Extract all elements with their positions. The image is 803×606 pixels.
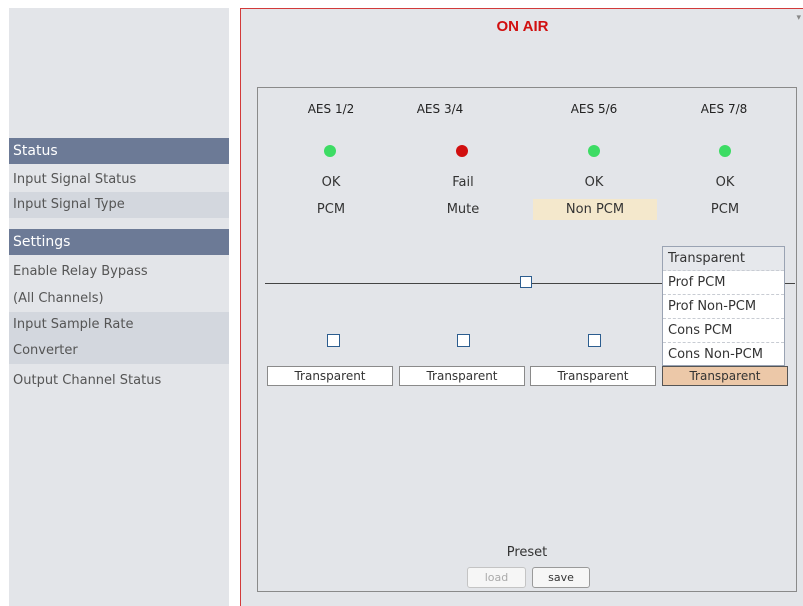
sidebar-item-input-sample-rate[interactable]: Input Sample Rate bbox=[9, 312, 229, 338]
sidebar-item-converter[interactable]: Converter bbox=[9, 338, 229, 364]
preset-label: Preset bbox=[506, 545, 548, 560]
channel-header-aes-3-4: AES 3/4 bbox=[416, 102, 464, 116]
dropdown-option-prof-non-pcm[interactable]: Prof Non-PCM bbox=[663, 295, 784, 319]
status-indicator-aes-1-2 bbox=[324, 145, 336, 157]
signal-status-aes-1-2: OK bbox=[321, 175, 341, 190]
sidebar-item-input-signal-status[interactable]: Input Signal Status bbox=[9, 167, 229, 193]
signal-status-aes-3-4: Fail bbox=[452, 175, 474, 190]
signal-type-aes-7-8: PCM bbox=[710, 202, 740, 217]
relay-bypass-slider-handle[interactable] bbox=[520, 276, 532, 288]
channel-header-aes-1-2: AES 1/2 bbox=[307, 102, 355, 116]
signal-status-aes-5-6: OK bbox=[584, 175, 604, 190]
channel-header-aes-7-8: AES 7/8 bbox=[700, 102, 748, 116]
signal-type-aes-3-4: Mute bbox=[446, 202, 480, 217]
dropdown-option-transparent[interactable]: Transparent bbox=[663, 247, 784, 271]
save-button[interactable]: save bbox=[532, 567, 590, 588]
src-checkbox-aes-5-6[interactable] bbox=[588, 334, 601, 347]
signal-type-aes-1-2: PCM bbox=[316, 202, 346, 217]
signal-type-aes-5-6: Non PCM bbox=[533, 199, 657, 220]
signal-status-aes-7-8: OK bbox=[715, 175, 735, 190]
status-indicator-aes-5-6 bbox=[588, 145, 600, 157]
sidebar-item-all-channels[interactable]: (All Channels) bbox=[9, 286, 229, 312]
src-checkbox-aes-3-4[interactable] bbox=[457, 334, 470, 347]
channel-status-dropdown: Transparent Prof PCM Prof Non-PCM Cons P… bbox=[662, 246, 785, 366]
status-indicator-aes-3-4 bbox=[456, 145, 468, 157]
sidebar-item-output-channel-status[interactable]: Output Channel Status bbox=[9, 368, 229, 394]
corner-marker-icon: ▾ bbox=[796, 13, 801, 23]
src-checkbox-aes-1-2[interactable] bbox=[327, 334, 340, 347]
sidebar-header-status: Status bbox=[9, 138, 229, 164]
channel-status-select-aes-1-2[interactable]: Transparent bbox=[267, 366, 393, 386]
dropdown-option-cons-non-pcm[interactable]: Cons Non-PCM bbox=[663, 343, 784, 367]
channel-header-aes-5-6: AES 5/6 bbox=[570, 102, 618, 116]
sidebar-item-enable-relay-bypass[interactable]: Enable Relay Bypass bbox=[9, 259, 229, 285]
dropdown-option-prof-pcm[interactable]: Prof PCM bbox=[663, 271, 784, 295]
status-indicator-aes-7-8 bbox=[719, 145, 731, 157]
channel-status-select-aes-5-6[interactable]: Transparent bbox=[530, 366, 656, 386]
channel-status-select-aes-3-4[interactable]: Transparent bbox=[399, 366, 525, 386]
on-air-title: ON AIR bbox=[496, 18, 549, 35]
sidebar-item-input-signal-type[interactable]: Input Signal Type bbox=[9, 192, 229, 218]
load-button[interactable]: load bbox=[467, 567, 526, 588]
channel-status-select-aes-7-8[interactable]: Transparent bbox=[662, 366, 788, 386]
sidebar-header-settings: Settings bbox=[9, 229, 229, 255]
sidebar: Status Input Signal Status Input Signal … bbox=[9, 8, 229, 606]
dropdown-option-cons-pcm[interactable]: Cons PCM bbox=[663, 319, 784, 343]
